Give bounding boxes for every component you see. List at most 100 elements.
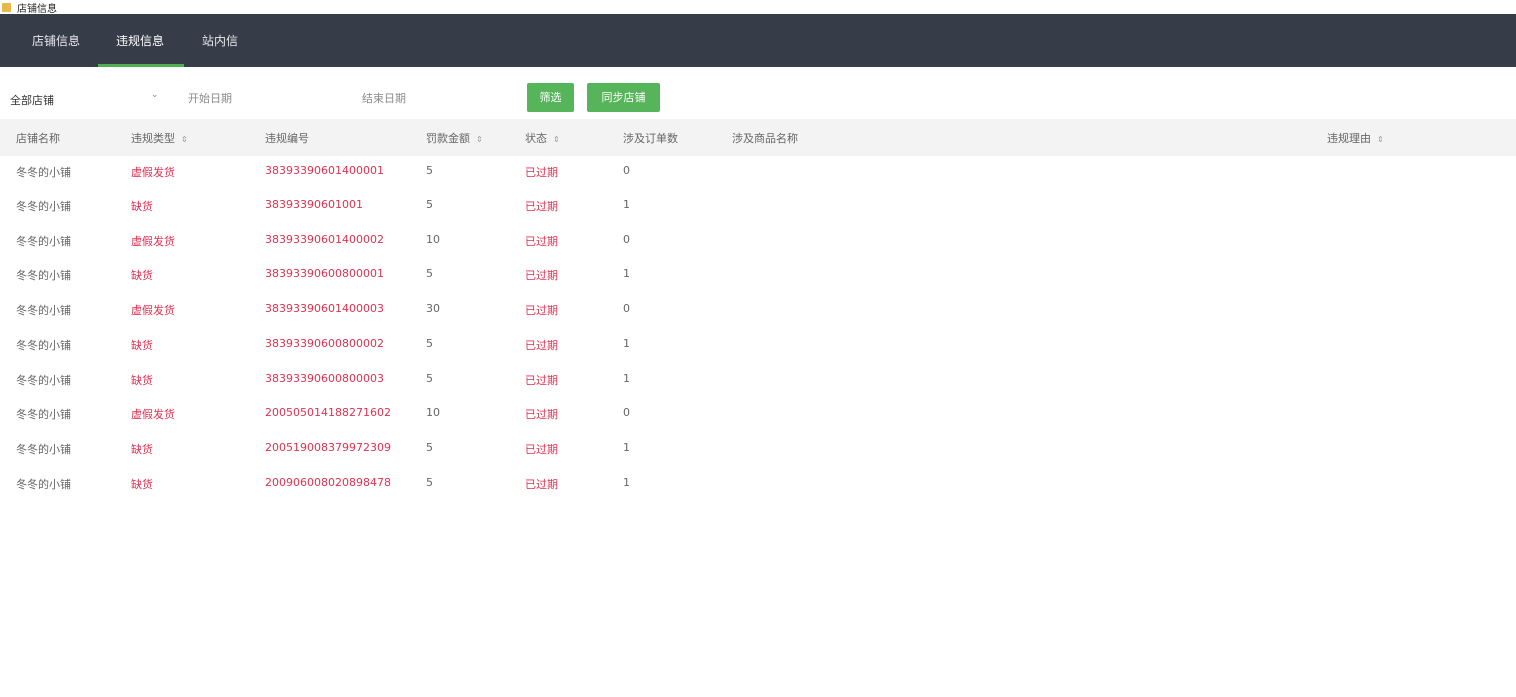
sort-icon[interactable]: ⇕ xyxy=(181,135,188,144)
active-tab-indicator xyxy=(98,64,184,67)
cell-orders: 1 xyxy=(623,337,630,350)
cell-orders: 1 xyxy=(623,372,630,385)
cell-type: 缺货 xyxy=(131,374,153,387)
filter-bar: 全部店铺 ⌄ 开始日期 结束日期 筛选 同步店铺 xyxy=(0,68,1516,120)
cell-status: 已过期 xyxy=(525,374,558,387)
cell-status: 已过期 xyxy=(525,443,558,456)
cell-type: 虚假发货 xyxy=(131,408,175,421)
cell-orders: 1 xyxy=(623,441,630,454)
cell-number: 200906008020898478 xyxy=(265,476,391,489)
cell-number: 38393390601400002 xyxy=(265,233,384,246)
table-header: 店铺名称 违规类型 ⇕ 违规编号 罚款金额 ⇕ 状态 ⇕ 涉及订单数 涉及商品名称 违… xyxy=(0,119,1516,156)
cell-orders: 1 xyxy=(623,476,630,489)
cell-orders: 0 xyxy=(623,164,630,177)
cell-fine: 5 xyxy=(426,337,433,350)
start-date-input[interactable]: 开始日期 xyxy=(188,90,232,106)
table-row[interactable]: 冬冬的小铺 缺货 200906008020898478 5 已过期 1 xyxy=(0,467,1516,501)
column-header-type[interactable]: 违规类型 ⇕ xyxy=(131,130,188,146)
cell-orders: 0 xyxy=(623,406,630,419)
column-label: 违规类型 xyxy=(131,132,175,145)
cell-type: 缺货 xyxy=(131,269,153,282)
cell-fine: 10 xyxy=(426,406,440,419)
sort-icon[interactable]: ⇕ xyxy=(476,135,483,144)
cell-number: 38393390600800002 xyxy=(265,337,384,350)
window-title: 店铺信息 xyxy=(17,3,57,15)
cell-status: 已过期 xyxy=(525,304,558,317)
cell-fine: 10 xyxy=(426,233,440,246)
column-label: 涉及订单数 xyxy=(623,132,678,145)
tab-store-info[interactable]: 店铺信息 xyxy=(32,14,80,67)
column-header-fine[interactable]: 罚款金额 ⇕ xyxy=(426,130,483,146)
filter-button[interactable]: 筛选 xyxy=(527,83,574,112)
cell-status: 已过期 xyxy=(525,166,558,179)
chevron-down-icon[interactable]: ⌄ xyxy=(151,90,159,100)
column-label: 状态 xyxy=(525,132,547,145)
cell-type: 缺货 xyxy=(131,200,153,213)
cell-fine: 30 xyxy=(426,302,440,315)
column-header-orders[interactable]: 涉及订单数 xyxy=(623,130,678,146)
column-label: 违规理由 xyxy=(1327,132,1371,145)
cell-type: 虚假发货 xyxy=(131,235,175,248)
sync-store-button[interactable]: 同步店铺 xyxy=(587,83,660,112)
cell-number: 38393390600800003 xyxy=(265,372,384,385)
table-row[interactable]: 冬冬的小铺 虚假发货 38393390601400003 30 已过期 0 xyxy=(0,293,1516,327)
cell-status: 已过期 xyxy=(525,200,558,213)
cell-number: 38393390601400003 xyxy=(265,302,384,315)
cell-store: 冬冬的小铺 xyxy=(16,478,71,491)
top-nav: 店铺信息 违规信息 站内信 xyxy=(0,14,1516,67)
cell-status: 已过期 xyxy=(525,235,558,248)
column-label: 违规编号 xyxy=(265,132,309,145)
sort-icon[interactable]: ⇕ xyxy=(553,135,560,144)
cell-type: 缺货 xyxy=(131,443,153,456)
cell-orders: 1 xyxy=(623,198,630,211)
cell-store: 冬冬的小铺 xyxy=(16,443,71,456)
cell-store: 冬冬的小铺 xyxy=(16,339,71,352)
cell-fine: 5 xyxy=(426,267,433,280)
cell-store: 冬冬的小铺 xyxy=(16,408,71,421)
table-row[interactable]: 冬冬的小铺 虚假发货 38393390601400002 10 已过期 0 xyxy=(0,224,1516,258)
sort-icon[interactable]: ⇕ xyxy=(1377,135,1384,144)
table-row[interactable]: 冬冬的小铺 虚假发货 200505014188271602 10 已过期 0 xyxy=(0,397,1516,431)
table-row[interactable]: 冬冬的小铺 虚假发货 38393390601400001 5 已过期 0 xyxy=(0,155,1516,189)
cell-store: 冬冬的小铺 xyxy=(16,304,71,317)
cell-type: 缺货 xyxy=(131,478,153,491)
cell-fine: 5 xyxy=(426,476,433,489)
column-header-reason[interactable]: 违规理由 ⇕ xyxy=(1327,130,1384,146)
table-row[interactable]: 冬冬的小铺 缺货 38393390600800001 5 已过期 1 xyxy=(0,258,1516,292)
cell-status: 已过期 xyxy=(525,408,558,421)
window-titlebar: 店铺信息 xyxy=(0,0,1516,15)
cell-status: 已过期 xyxy=(525,339,558,352)
column-header-status[interactable]: 状态 ⇕ xyxy=(525,130,560,146)
column-label: 罚款金额 xyxy=(426,132,470,145)
column-header-products[interactable]: 涉及商品名称 xyxy=(732,130,798,146)
cell-type: 虚假发货 xyxy=(131,166,175,179)
cell-store: 冬冬的小铺 xyxy=(16,235,71,248)
cell-orders: 0 xyxy=(623,302,630,315)
store-select[interactable]: 全部店铺 xyxy=(10,92,54,108)
table-row[interactable]: 冬冬的小铺 缺货 38393390600800003 5 已过期 1 xyxy=(0,363,1516,397)
cell-number: 38393390601400001 xyxy=(265,164,384,177)
cell-status: 已过期 xyxy=(525,269,558,282)
cell-fine: 5 xyxy=(426,164,433,177)
cell-number: 38393390600800001 xyxy=(265,267,384,280)
tab-messages[interactable]: 站内信 xyxy=(202,14,238,67)
cell-orders: 0 xyxy=(623,233,630,246)
cell-fine: 5 xyxy=(426,198,433,211)
cell-store: 冬冬的小铺 xyxy=(16,374,71,387)
cell-store: 冬冬的小铺 xyxy=(16,166,71,179)
column-label: 涉及商品名称 xyxy=(732,132,798,145)
column-header-number[interactable]: 违规编号 xyxy=(265,130,309,146)
table-row[interactable]: 冬冬的小铺 缺货 38393390600800002 5 已过期 1 xyxy=(0,328,1516,362)
column-header-store[interactable]: 店铺名称 xyxy=(16,130,60,146)
cell-type: 虚假发货 xyxy=(131,304,175,317)
table-row[interactable]: 冬冬的小铺 缺货 38393390601001 5 已过期 1 xyxy=(0,189,1516,223)
cell-number: 38393390601001 xyxy=(265,198,363,211)
tab-violation-info[interactable]: 违规信息 xyxy=(116,14,164,67)
table-row[interactable]: 冬冬的小铺 缺货 200519008379972309 5 已过期 1 xyxy=(0,432,1516,466)
app-icon xyxy=(2,2,11,12)
cell-store: 冬冬的小铺 xyxy=(16,269,71,282)
cell-status: 已过期 xyxy=(525,478,558,491)
cell-fine: 5 xyxy=(426,372,433,385)
end-date-input[interactable]: 结束日期 xyxy=(362,90,406,106)
cell-orders: 1 xyxy=(623,267,630,280)
